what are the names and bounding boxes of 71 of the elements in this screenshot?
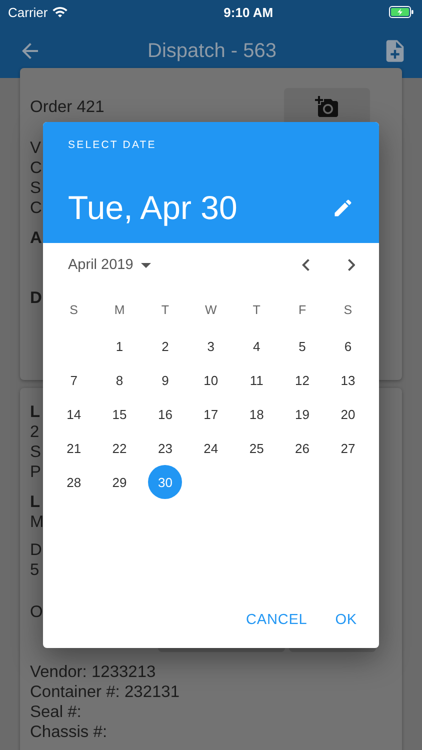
calendar-day[interactable]: 18 [240, 397, 274, 431]
calendar-day[interactable]: 12 [285, 363, 320, 397]
previous-month-button[interactable] [302, 259, 310, 271]
camera-plus-icon [315, 95, 339, 119]
calendar-day[interactable]: 24 [194, 431, 228, 465]
detail-text: Seal #: [30, 702, 82, 722]
calendar-day[interactable]: 1 [102, 329, 137, 363]
detail-text: S [30, 178, 42, 198]
calendar-day[interactable]: 11 [240, 363, 274, 397]
weekday-label: T [252, 302, 262, 319]
calendar-day[interactable]: 29 [102, 465, 137, 499]
detail-text: L [30, 492, 40, 512]
weekday-label: S [68, 302, 80, 319]
calendar-day[interactable]: 8 [102, 363, 137, 397]
chevron-left-icon [302, 259, 310, 271]
calendar-day[interactable]: 21 [56, 431, 91, 465]
calendar-day[interactable]: 7 [56, 363, 91, 397]
detail-text: C [30, 198, 42, 218]
detail-text: A [30, 228, 42, 248]
status-time: 9:10 AM [224, 4, 274, 20]
calendar-day[interactable]: 14 [56, 397, 91, 431]
calendar-day[interactable]: 15 [102, 397, 137, 431]
calendar-day[interactable]: 20 [330, 397, 365, 431]
order-title: Order 421 [30, 97, 104, 117]
detail-text: D [30, 540, 42, 560]
calendar-day[interactable]: 13 [330, 363, 365, 397]
calendar-day[interactable]: 2 [148, 329, 182, 363]
calendar-day[interactable]: 6 [330, 329, 365, 363]
detail-text: L [30, 402, 40, 422]
calendar-day[interactable]: 27 [330, 431, 365, 465]
calendar-day[interactable]: 17 [194, 397, 228, 431]
calendar-day[interactable]: 10 [194, 363, 228, 397]
calendar-day[interactable]: 26 [285, 431, 320, 465]
calendar-day[interactable]: 4 [240, 329, 274, 363]
calendar-day[interactable]: 5 [285, 329, 320, 363]
weekday-label: F [297, 302, 308, 319]
weekday-label: S [342, 302, 354, 319]
detail-text: P [30, 462, 42, 482]
dropdown-caret-icon [141, 262, 152, 268]
calendar-day[interactable]: 28 [56, 465, 91, 499]
detail-text: Vendor: 1233213 [30, 662, 156, 682]
carrier-label: Carrier [8, 4, 48, 20]
detail-text: C [30, 158, 42, 178]
detail-text: 5 [30, 560, 40, 580]
month-dropdown[interactable]: April 2019 [68, 257, 152, 273]
calendar-day[interactable]: 19 [285, 397, 320, 431]
edit-button[interactable] [332, 197, 354, 219]
detail-text: 2 [30, 422, 40, 442]
detail-text: Container #: 232131 [30, 682, 180, 702]
calendar-day[interactable]: 16 [148, 397, 182, 431]
next-month-button[interactable] [348, 259, 355, 271]
dialog-label: SELECT DATE [68, 139, 156, 151]
detail-text: O [30, 602, 43, 622]
weekday-label: T [160, 302, 170, 319]
selected-date: Tue, Apr 30 [68, 189, 238, 227]
app-bar-title: Dispatch - 563 [148, 40, 276, 62]
battery-icon [388, 6, 414, 18]
weekday-label: M [113, 302, 126, 319]
weekday-label: W [204, 302, 218, 319]
calendar-day[interactable]: 9 [148, 363, 182, 397]
detail-text: D [30, 288, 42, 308]
calendar-day[interactable]: 3 [194, 329, 228, 363]
calendar-day[interactable]: 22 [102, 431, 137, 465]
detail-text: V [30, 138, 42, 158]
detail-text: Chassis #: [30, 722, 108, 742]
wifi-icon [52, 4, 68, 20]
calendar-day[interactable]: 25 [240, 431, 274, 465]
detail-text: S [30, 442, 42, 462]
detail-text: M [30, 512, 44, 532]
calendar-day[interactable]: 23 [148, 431, 182, 465]
chevron-right-icon [348, 259, 355, 271]
